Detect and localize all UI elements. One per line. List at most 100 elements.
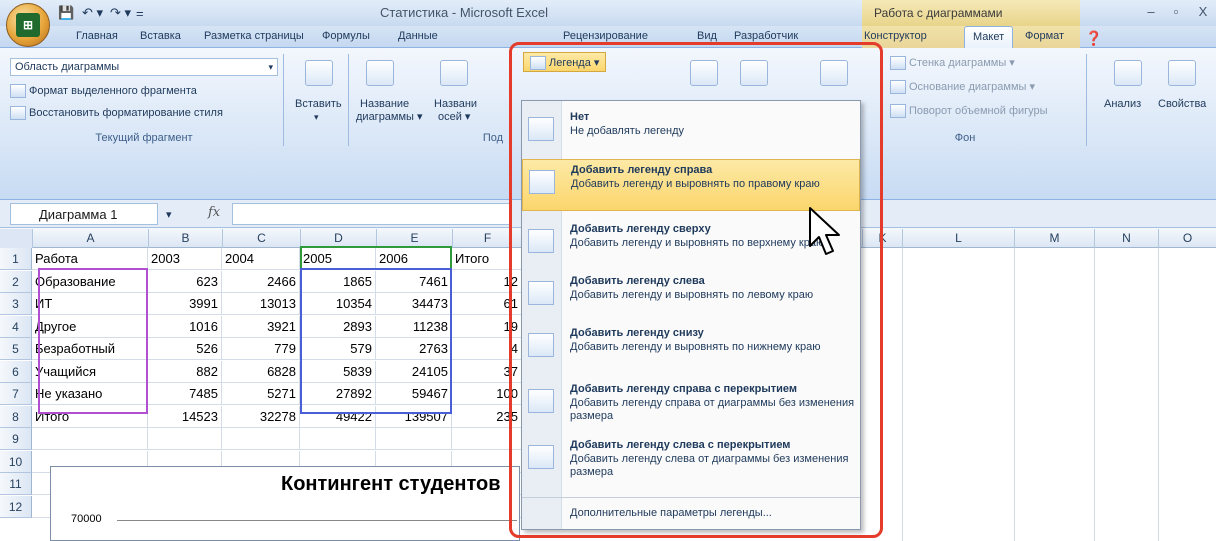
chart-elements-value: Область диаграммы [15,61,120,73]
values-range [300,268,452,414]
tab-data[interactable]: Данные [398,30,438,42]
tab-format[interactable]: Формат [1025,30,1064,42]
tab-design[interactable]: Конструктор [864,30,927,42]
row-header[interactable]: 9 [0,428,32,450]
name-box[interactable]: Диаграмма 1 [10,203,158,225]
chart-tools-header: Работа с диаграммами [862,0,1080,26]
row-header[interactable]: 10 [0,450,32,473]
format-selection-label: Формат выделенного фрагмента [29,84,197,97]
table-cell[interactable]: 779 [222,338,300,360]
column-header-a[interactable]: A [32,229,148,248]
table-cell[interactable]: 5271 [222,383,300,405]
column-header-b[interactable]: B [148,229,222,248]
chart-title-icon [366,60,394,86]
minimize-button[interactable]: – [1140,4,1162,22]
chart-wall-button[interactable]: Стенка диаграммы ▾ [890,56,1015,71]
select-all-corner[interactable] [0,229,32,248]
row-header[interactable]: 3 [0,293,32,315]
row-header[interactable]: 12 [0,495,32,518]
chart-title[interactable]: Контингент студентов [281,473,501,496]
table-cell[interactable]: 6828 [222,360,300,383]
customize-qat-icon[interactable]: = [136,4,144,22]
row-header[interactable]: 4 [0,315,32,338]
close-button[interactable]: X [1192,4,1214,22]
table-cell[interactable]: 13013 [222,293,300,315]
redo-icon[interactable]: ↷ ▾ [110,4,131,22]
table-cell[interactable] [222,428,300,450]
row-header[interactable]: 5 [0,338,32,360]
table-cell[interactable]: Работа [32,248,148,270]
chart-area[interactable]: Контингент студентов 70000 [50,466,520,541]
column-header-c[interactable]: C [222,229,300,248]
table-cell[interactable]: 2004 [222,248,300,270]
tab-insert[interactable]: Вставка [140,30,181,42]
table-cell[interactable] [300,428,376,450]
table-cell[interactable]: 7485 [148,383,222,405]
tab-formulas[interactable]: Формулы [322,30,370,42]
reset-icon [10,106,26,120]
categories-range [300,246,452,268]
tab-page-layout[interactable]: Разметка страницы [204,30,304,42]
format-selection-button[interactable]: Формат выделенного фрагмента [10,84,197,98]
table-cell[interactable]: 882 [148,360,222,383]
tab-home[interactable]: Главная [76,30,118,42]
tab-view[interactable]: Вид [697,30,717,42]
table-cell[interactable]: 1016 [148,315,222,338]
gridline [1094,248,1095,541]
table-cell[interactable]: 623 [148,270,222,293]
chart-elements-select[interactable]: Область диаграммы ▾ [10,58,278,76]
chevron-down-icon: ▾ [314,112,319,122]
tab-review[interactable]: Рецензирование [563,30,648,42]
undo-icon[interactable]: ↶ ▾ [82,4,103,22]
formula-input[interactable] [232,203,512,225]
table-cell[interactable] [376,428,452,450]
table-cell[interactable]: 2003 [148,248,222,270]
row-header[interactable]: 2 [0,270,32,293]
analysis-icon [1114,60,1142,86]
row-header[interactable]: 11 [0,473,32,495]
table-cell[interactable] [32,428,148,450]
row-header[interactable]: 8 [0,405,32,428]
table-cell[interactable]: 14523 [148,405,222,428]
tab-developer[interactable]: Разработчик [734,30,798,42]
table-cell[interactable]: 526 [148,338,222,360]
column-header-m[interactable]: M [1014,229,1094,248]
column-header-n[interactable]: N [1094,229,1158,248]
chart-title-button[interactable]: Название [360,98,409,110]
column-header-o[interactable]: O [1158,229,1216,248]
restore-button[interactable]: ▫ [1165,4,1187,22]
analysis-button[interactable]: Анализ [1104,98,1141,110]
row-header[interactable]: 7 [0,383,32,405]
save-icon[interactable]: 💾 [58,4,74,22]
table-cell[interactable]: 2466 [222,270,300,293]
rotation-button[interactable]: Поворот объемной фигуры [890,104,1048,118]
office-button[interactable]: ⊞ [6,3,50,47]
group-label-current-fragment: Текущий фрагмент [95,132,193,144]
chart-floor-button[interactable]: Основание диаграммы ▾ [890,80,1035,95]
office-logo-icon: ⊞ [16,13,40,37]
help-icon[interactable]: ❓ [1085,30,1102,47]
chevron-down-icon: ▾ [268,62,273,72]
table-cell[interactable]: 3991 [148,293,222,315]
properties-icon [1168,60,1196,86]
format-icon [10,84,26,98]
table-cell[interactable]: 32278 [222,405,300,428]
reset-style-button[interactable]: Восстановить форматирование стиля [10,106,223,120]
row-header[interactable]: 1 [0,248,32,270]
table-cell[interactable] [148,428,222,450]
properties-button[interactable]: Свойства [1158,98,1206,110]
y-gridline [117,520,517,521]
axis-titles-button[interactable]: Названи [434,98,477,110]
chevron-down-icon[interactable]: ▾ [166,208,172,221]
row-header[interactable]: 6 [0,360,32,383]
tab-layout[interactable]: Макет [964,26,1014,49]
highlight-frame [509,42,883,538]
fx-icon[interactable]: fx [208,205,220,220]
window-title: Статистика - Microsoft Excel [380,5,548,20]
table-cell[interactable]: 3921 [222,315,300,338]
column-header-l[interactable]: L [902,229,1014,248]
axis-titles-icon [440,60,468,86]
insert-button[interactable]: Вставить [295,98,342,110]
gridline [902,248,903,541]
insert-icon [305,60,333,86]
